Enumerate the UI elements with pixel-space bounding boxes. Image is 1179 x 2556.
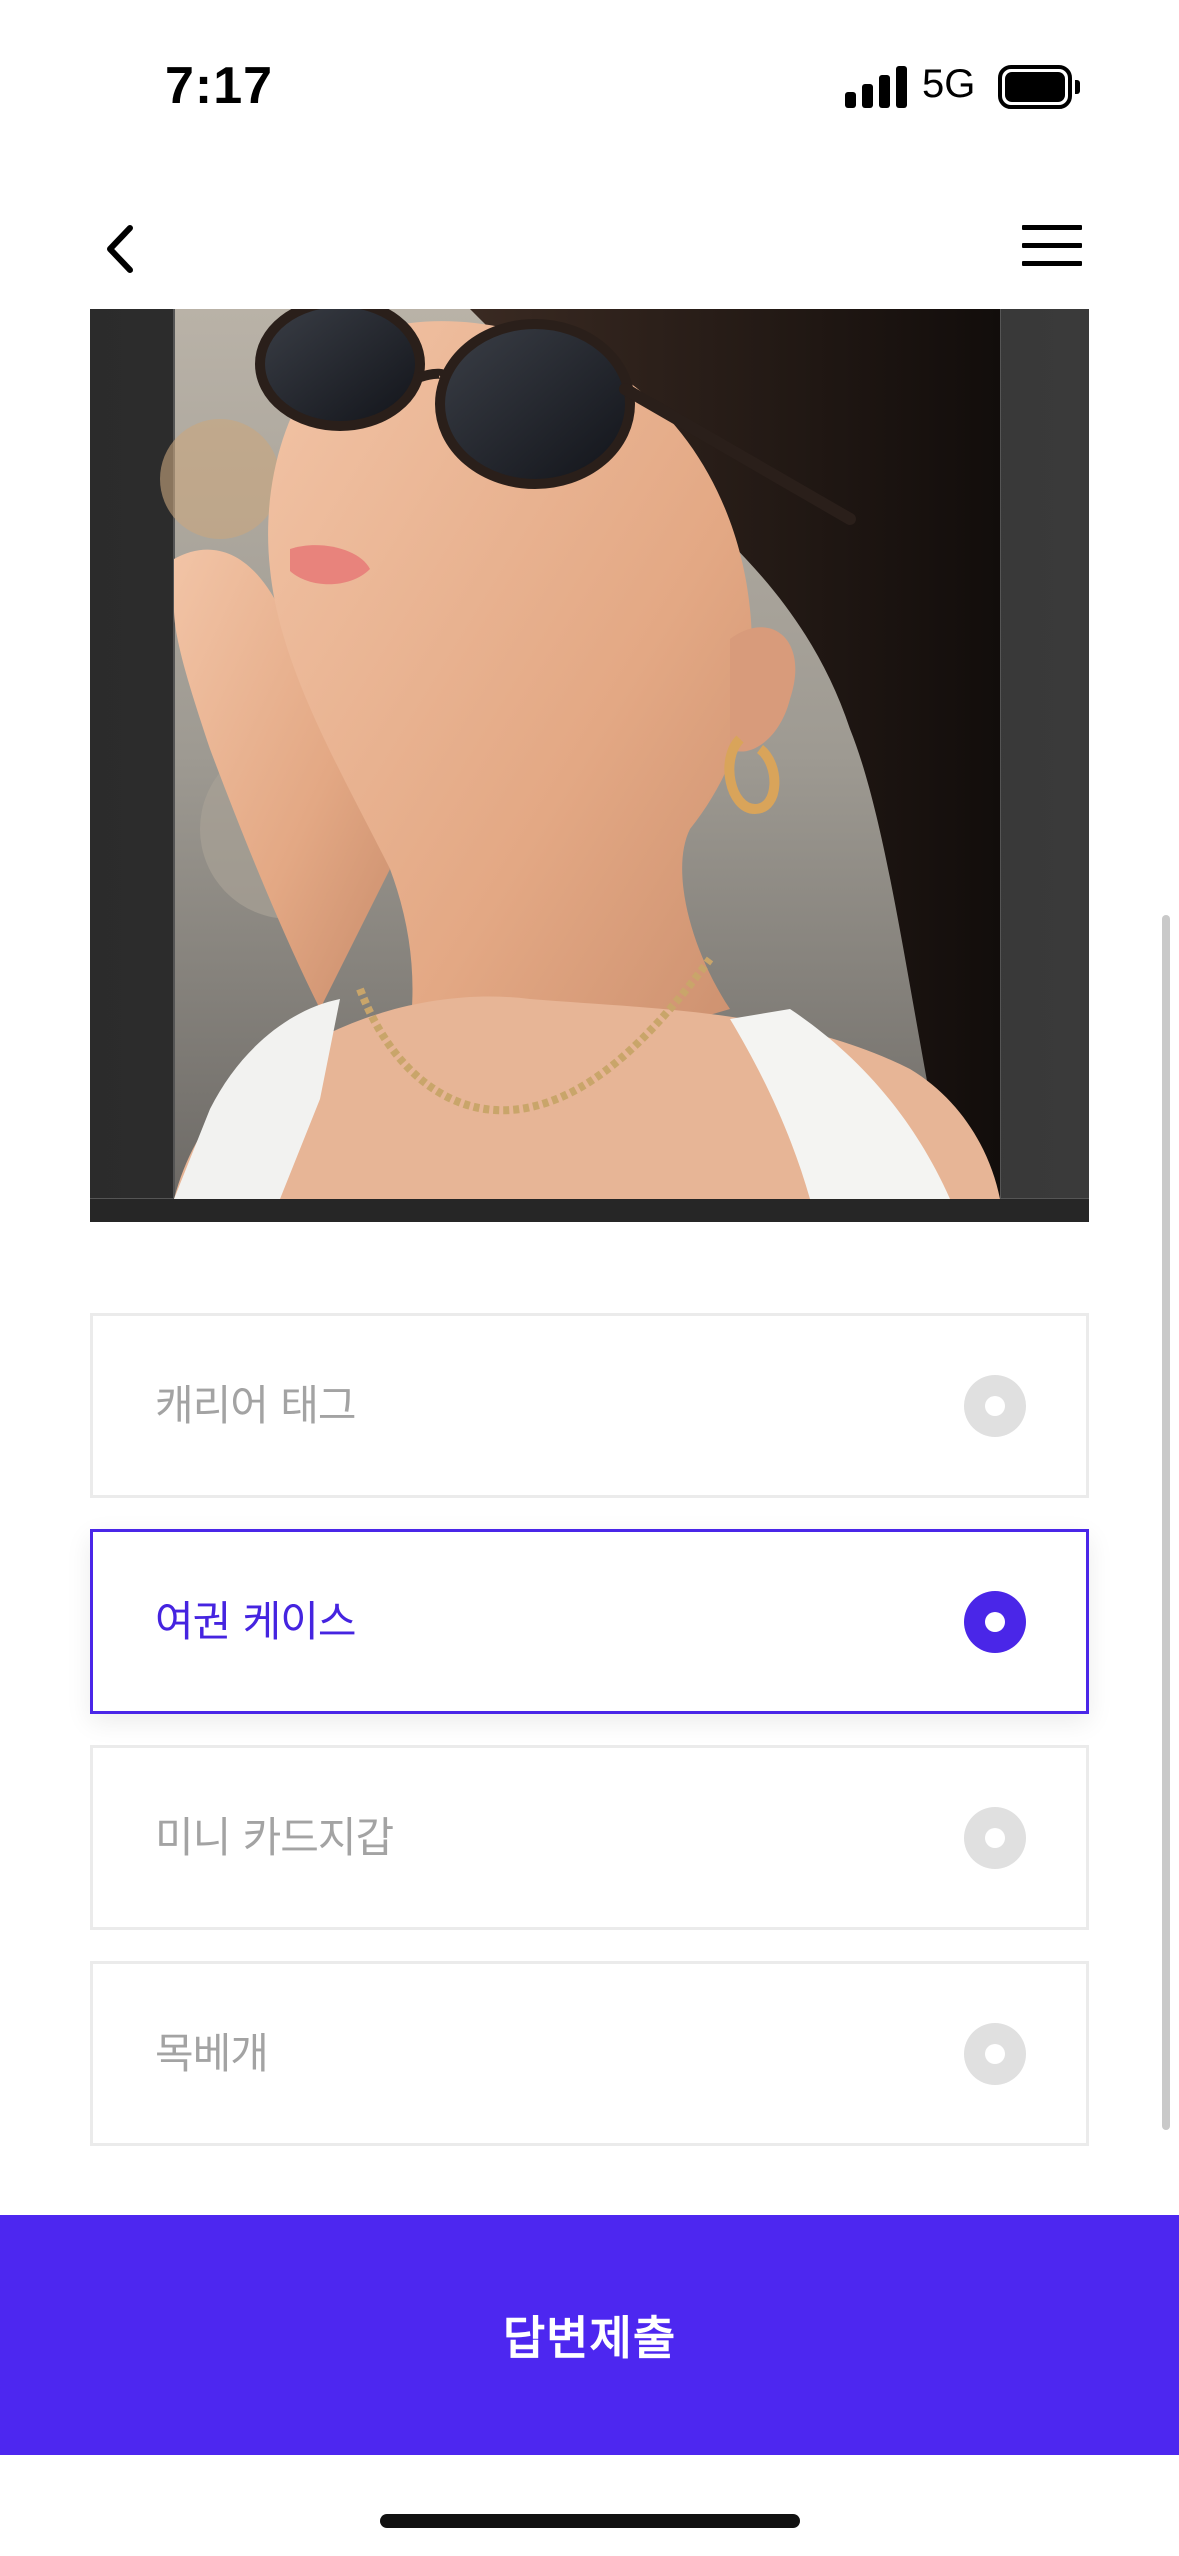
radio-unselected-icon[interactable] <box>964 1807 1026 1869</box>
option-label: 목베개 <box>155 2029 269 2078</box>
chevron-left-icon <box>107 225 133 273</box>
option-label: 여권 케이스 <box>155 1597 357 1646</box>
radio-selected-icon[interactable] <box>964 1591 1026 1653</box>
quiz-screen: 7:17 5G 캐리어 태그 여권 케이스 미니 카드지갑 목베개 답변제출 <box>0 0 1179 2556</box>
option-label: 캐리어 태그 <box>155 1381 357 1430</box>
status-time: 7:17 <box>165 57 274 115</box>
option-carrier-tag[interactable]: 캐리어 태그 <box>90 1313 1089 1498</box>
menu-button[interactable] <box>1010 215 1090 275</box>
home-indicator[interactable] <box>380 2514 800 2528</box>
radio-unselected-icon[interactable] <box>964 1375 1026 1437</box>
option-passport-case[interactable]: 여권 케이스 <box>90 1529 1089 1714</box>
submit-answer-button[interactable]: 답변제출 <box>0 2215 1179 2455</box>
product-photo <box>90 309 1089 1222</box>
top-nav <box>0 200 1179 290</box>
status-bar: 7:17 5G <box>0 0 1179 150</box>
signal-icon <box>845 66 907 108</box>
radio-unselected-icon[interactable] <box>964 2023 1026 2085</box>
hamburger-menu-icon <box>1022 225 1082 230</box>
option-neck-pillow[interactable]: 목베개 <box>90 1961 1089 2146</box>
option-mini-card-wallet[interactable]: 미니 카드지갑 <box>90 1745 1089 1930</box>
option-label: 미니 카드지갑 <box>155 1813 394 1862</box>
scrollbar[interactable] <box>1162 915 1170 2130</box>
answer-options: 캐리어 태그 여권 케이스 미니 카드지갑 목베개 <box>90 1313 1089 2177</box>
product-photo-image <box>90 309 1089 1222</box>
network-label: 5G <box>922 62 976 106</box>
battery-icon <box>998 65 1080 109</box>
back-button[interactable] <box>90 212 160 282</box>
